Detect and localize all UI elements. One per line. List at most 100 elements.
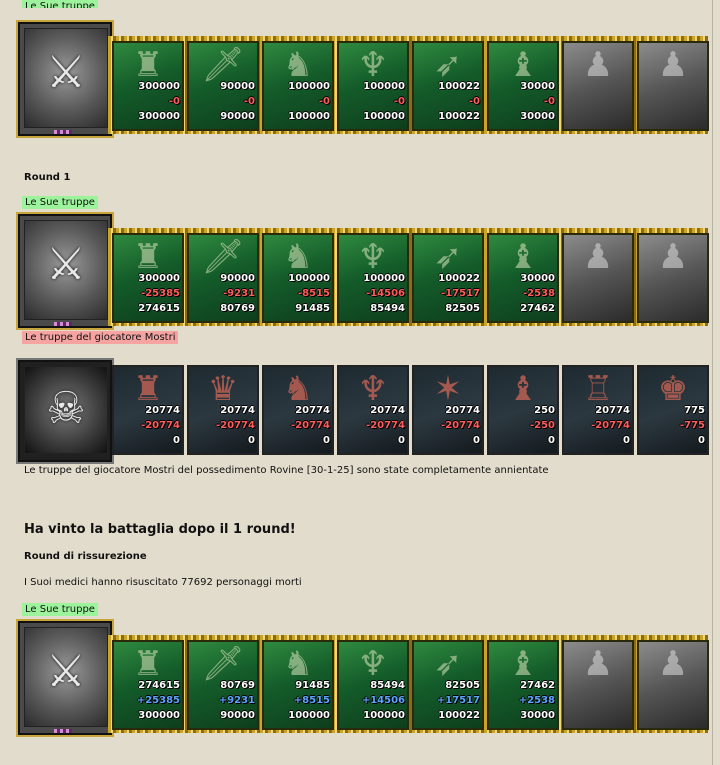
monster-army: ☠ ♜ 20774 -20774 0 ♛ 20774 -20774 0 ♞ 20774 -20774… — [16, 344, 712, 464]
unit-card[interactable]: ♆ 85494 +14506 100000 — [337, 640, 409, 730]
winged-beast-icon: ♆ — [357, 237, 389, 277]
unit-card[interactable]: ➶ 100022 -17517 82505 — [412, 233, 484, 323]
elf-lancer-icon: ♞ — [282, 45, 314, 85]
unit-count-after: 100000 — [288, 111, 330, 122]
unit-card[interactable]: ♝ 250 -250 0 — [487, 365, 559, 455]
locked-unit-icon: ♟ — [582, 644, 614, 684]
unit-count-after: 0 — [623, 435, 630, 446]
unit-card[interactable]: ➶ 82505 +17517 100022 — [412, 640, 484, 730]
unit-card[interactable]: ♞ 91485 +8515 100000 — [262, 640, 334, 730]
unit-card[interactable]: ♜ 300000 -0 300000 — [112, 41, 184, 131]
unit-count-before: 20774 — [595, 405, 630, 416]
elf-lancer-icon: ♞ — [282, 644, 314, 684]
unit-count-before: 85494 — [370, 680, 405, 691]
unit-count-after: 100000 — [363, 111, 405, 122]
unit-count-before: 20774 — [295, 405, 330, 416]
unit-count-change: -9231 — [223, 288, 255, 299]
unit-card[interactable]: ♞ 100000 -8515 91485 — [262, 233, 334, 323]
unit-count-change: -17517 — [441, 288, 480, 299]
unit-count-change: +25385 — [136, 695, 180, 706]
spiked-golem-icon: ♖ — [582, 369, 614, 409]
monster-troops-badge: Le truppe del giocatore Mostri — [22, 331, 179, 344]
unit-card[interactable]: ♝ 27462 +2538 30000 — [487, 640, 559, 730]
unit-card[interactable]: ♞ 20774 -20774 0 — [262, 365, 334, 455]
druid-icon: ♝ — [507, 644, 539, 684]
unit-count-after: 0 — [473, 435, 480, 446]
unit-card[interactable]: ♆ 100000 -14506 85494 — [337, 233, 409, 323]
unit-card[interactable]: 🗡 90000 -0 90000 — [187, 41, 259, 131]
unit-card[interactable]: ♟ — [637, 233, 709, 323]
winged-beast-icon: ♆ — [357, 644, 389, 684]
unit-count-before: 300000 — [138, 273, 180, 284]
unit-count-change: -25385 — [141, 288, 180, 299]
locked-unit-icon: ♟ — [582, 237, 614, 277]
unit-count-change: -0 — [543, 96, 555, 107]
unit-count-change: -20774 — [291, 420, 330, 431]
red-demon-icon: ♆ — [357, 369, 389, 409]
unit-card[interactable]: ♝ 30000 -0 30000 — [487, 41, 559, 131]
unit-card[interactable]: ♖ 20774 -20774 0 — [562, 365, 634, 455]
unit-count-after: 100022 — [438, 111, 480, 122]
unit-card[interactable]: ♜ 300000 -25385 274615 — [112, 233, 184, 323]
unit-card[interactable]: ♟ — [637, 41, 709, 131]
victory-heading: Ha vinto la battaglia dopo il 1 round! — [24, 522, 296, 537]
resurrection-title: Round di rissurezione — [24, 551, 147, 562]
unit-count-after: 82505 — [445, 303, 480, 314]
unit-card[interactable]: 🗡 90000 -9231 80769 — [187, 233, 259, 323]
army-initial: ⚔ ♜ 300000 -0 300000 🗡 90000 -0 90000 ♞ 100000 -0 1… — [16, 20, 712, 138]
unit-count-change: -2538 — [523, 288, 555, 299]
unit-count-before: 20774 — [145, 405, 180, 416]
unit-count-before: 100022 — [438, 81, 480, 92]
unit-count-after: 100000 — [288, 710, 330, 721]
unit-count-change: -20774 — [591, 420, 630, 431]
resurrection-message: I Suoi medici hanno risuscitato 77692 pe… — [24, 577, 302, 588]
unit-count-change: +17517 — [436, 695, 480, 706]
unit-count-before: 27462 — [520, 680, 555, 691]
elf-swordsman-icon: 🗡 — [201, 644, 245, 684]
unit-count-change: -14506 — [366, 288, 405, 299]
unit-count-after: 91485 — [295, 303, 330, 314]
unit-strip: ♜ 300000 -25385 274615 🗡 90000 -9231 80769 ♞ 1000… — [108, 228, 709, 326]
unit-count-before: 90000 — [220, 81, 255, 92]
unit-count-change: +8515 — [293, 695, 330, 706]
unit-card[interactable]: ♟ — [562, 640, 634, 730]
unit-count-before: 250 — [534, 405, 555, 416]
unit-card[interactable]: ♜ 20774 -20774 0 — [112, 365, 184, 455]
unit-count-change: -0 — [243, 96, 255, 107]
elf-archer-icon: ➶ — [433, 644, 463, 684]
unit-card[interactable]: ♛ 20774 -20774 0 — [187, 365, 259, 455]
troll-warrior-icon: ♜ — [132, 237, 164, 277]
player-crest-icon: ⚔ — [16, 619, 114, 737]
unit-count-after: 274615 — [138, 303, 180, 314]
unit-card[interactable]: ✶ 20774 -20774 0 — [412, 365, 484, 455]
unit-card[interactable]: ♆ 100000 -0 100000 — [337, 41, 409, 131]
unit-count-change: -0 — [318, 96, 330, 107]
your-troops-badge: Le Sue truppe — [22, 196, 98, 209]
unit-count-change: -20774 — [366, 420, 405, 431]
unit-card[interactable]: ♜ 274615 +25385 300000 — [112, 640, 184, 730]
unit-count-after: 27462 — [520, 303, 555, 314]
unit-count-before: 100000 — [288, 273, 330, 284]
unit-count-before: 274615 — [138, 680, 180, 691]
unit-card[interactable]: ♚ 775 -775 0 — [637, 365, 709, 455]
unit-count-before: 82505 — [445, 680, 480, 691]
unit-count-before: 300000 — [138, 81, 180, 92]
round-title: Round 1 — [24, 172, 71, 183]
unit-count-change: -0 — [468, 96, 480, 107]
unit-count-change: -250 — [529, 420, 555, 431]
unit-card[interactable]: ♞ 100000 -0 100000 — [262, 41, 334, 131]
unit-count-change: -20774 — [441, 420, 480, 431]
unit-card[interactable]: 🗡 80769 +9231 90000 — [187, 640, 259, 730]
spider-icon: ✶ — [433, 369, 463, 409]
druid-icon: ♝ — [507, 45, 539, 85]
unit-count-change: -20774 — [216, 420, 255, 431]
unit-card[interactable]: ♟ — [562, 41, 634, 131]
unit-card[interactable]: ♝ 30000 -2538 27462 — [487, 233, 559, 323]
unit-card[interactable]: ➶ 100022 -0 100022 — [412, 41, 484, 131]
unit-card[interactable]: ♟ — [562, 233, 634, 323]
troll-warrior-icon: ♜ — [132, 45, 164, 85]
unit-card[interactable]: ♆ 20774 -20774 0 — [337, 365, 409, 455]
unit-card[interactable]: ♟ — [637, 640, 709, 730]
unit-count-after: 0 — [173, 435, 180, 446]
locked-unit-icon: ♟ — [582, 45, 614, 85]
